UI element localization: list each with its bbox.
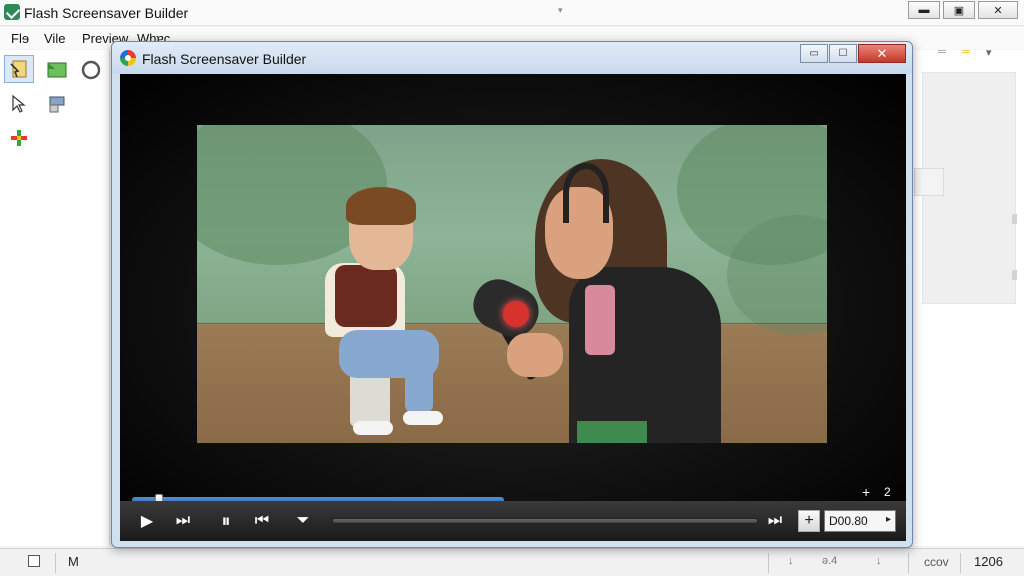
- step-back-icon: ⏮: [254, 512, 270, 529]
- dialog-titlebar[interactable]: Flash Screensaver Builder ▭ ☐ ✕: [112, 42, 912, 74]
- scrollbar-tick[interactable]: [1012, 214, 1017, 224]
- play-icon: ▶: [140, 513, 154, 530]
- woman-skirt-illustration: [577, 421, 647, 443]
- layer-icon: [49, 96, 65, 113]
- status-frame-number: 1206: [974, 554, 1003, 569]
- ring-tool[interactable]: [76, 56, 106, 84]
- status-glyph: ↓: [788, 555, 794, 567]
- green-flag-icon: [47, 62, 67, 78]
- status-coverage: ccov: [924, 555, 949, 569]
- right-toolbar-glyph-1[interactable]: ═: [938, 46, 946, 58]
- right-toolbar-glyph-2[interactable]: ═: [962, 46, 970, 58]
- dialog-close-button[interactable]: ✕: [858, 44, 906, 63]
- chevron-down-icon[interactable]: ▾: [558, 5, 563, 16]
- headset-illustration: [563, 163, 609, 223]
- overlay-count: 2: [884, 485, 891, 499]
- dialog-window-controls: ▭ ☐ ✕: [800, 44, 906, 63]
- minimize-icon: ▭: [809, 48, 819, 59]
- maximize-button[interactable]: ▣: [943, 1, 975, 19]
- pause-icon: ⏸: [221, 510, 231, 531]
- pointer-tool[interactable]: [4, 90, 34, 118]
- select-page-tool[interactable]: [4, 55, 34, 83]
- close-icon: ✕: [993, 4, 1003, 17]
- playback-controls: ▶ ⏭ ⏸ ⏮ ⏷ ⏭ + D00.80 ▸: [120, 501, 906, 541]
- time-field[interactable]: D00.80 ▸: [824, 510, 896, 532]
- status-divider: [908, 553, 909, 573]
- pause-button[interactable]: ⏸: [212, 509, 240, 533]
- toolbox: [0, 50, 110, 546]
- step-back-button[interactable]: ⏮: [248, 509, 276, 533]
- app-logo-icon: [4, 4, 20, 20]
- window-controls: ▬ ▣ ✕: [908, 1, 1018, 19]
- pointer-icon: [12, 94, 26, 113]
- status-checkbox[interactable]: [28, 555, 40, 567]
- boy-shoe-illustration: [353, 421, 393, 435]
- menu-file[interactable]: Flɘ: [11, 31, 29, 46]
- next-frame-button[interactable]: ⏭: [170, 509, 196, 533]
- dialog-title: Flash Screensaver Builder: [142, 51, 307, 67]
- boy-shoe-illustration: [403, 411, 443, 425]
- video-frame[interactable]: [197, 125, 827, 443]
- app-logo-icon: [120, 50, 136, 66]
- status-divider: [55, 553, 56, 573]
- video-stage: [120, 74, 906, 540]
- preview-dialog: Flash Screensaver Builder ▭ ☐ ✕ + 2 ▶ ⏭ …: [111, 41, 913, 548]
- maximize-icon: ▣: [953, 4, 965, 17]
- maximize-icon: ☐: [838, 48, 848, 59]
- ring-icon: [81, 60, 101, 80]
- app-title: Flash Screensaver Builder: [24, 5, 189, 21]
- skip-end-icon: ⏭: [767, 512, 783, 529]
- status-glyph: ↓: [876, 555, 882, 567]
- dialog-minimize-button[interactable]: ▭: [800, 44, 828, 63]
- right-toolbar-chevron-icon[interactable]: ▾: [986, 46, 992, 59]
- add-overlay-button[interactable]: +: [862, 484, 870, 500]
- timeline-slider[interactable]: [332, 518, 758, 524]
- green-flag-tool[interactable]: [42, 56, 72, 84]
- color-cross-tool[interactable]: [4, 124, 34, 152]
- color-cross-icon: [11, 130, 27, 146]
- menu-edit[interactable]: Vile: [44, 31, 65, 46]
- volume-icon: ⏷: [296, 512, 310, 529]
- status-divider: [768, 553, 769, 573]
- skip-forward-icon: ⏭: [175, 512, 191, 529]
- status-divider: [960, 553, 961, 573]
- play-button[interactable]: ▶: [134, 509, 160, 533]
- woman-top-illustration: [585, 285, 615, 355]
- scrollbar-tick[interactable]: [1012, 270, 1017, 280]
- woman-hand-illustration: [507, 333, 563, 377]
- time-value: D00.80: [829, 514, 868, 528]
- boy-vest-illustration: [335, 265, 397, 327]
- app-titlebar: Flash Screensaver Builder ▾ ▬ ▣ ✕: [0, 0, 1024, 26]
- boy-hair-illustration: [346, 187, 416, 225]
- minimize-button[interactable]: ▬: [908, 1, 940, 19]
- dialog-maximize-button[interactable]: ☐: [829, 44, 857, 63]
- close-icon: ✕: [876, 45, 888, 61]
- minimize-icon: ▬: [918, 4, 930, 16]
- plus-icon: +: [804, 512, 814, 529]
- status-mode: M: [68, 554, 79, 569]
- boy-leg-illustration: [405, 357, 433, 413]
- add-marker-button[interactable]: +: [798, 510, 820, 532]
- status-glyph: ǝ.4: [822, 555, 838, 567]
- layer-tool[interactable]: [42, 90, 72, 118]
- volume-button[interactable]: ⏷: [290, 509, 316, 533]
- microphone-light-illustration: [503, 301, 529, 327]
- chevron-right-icon[interactable]: ▸: [886, 514, 891, 525]
- select-page-icon: [10, 60, 27, 78]
- statusbar: M ↓ ǝ.4 ↓ ccov 1206: [0, 548, 1024, 576]
- panel-chip[interactable]: [914, 168, 944, 196]
- go-to-end-button[interactable]: ⏭: [762, 509, 788, 533]
- close-button[interactable]: ✕: [978, 1, 1018, 19]
